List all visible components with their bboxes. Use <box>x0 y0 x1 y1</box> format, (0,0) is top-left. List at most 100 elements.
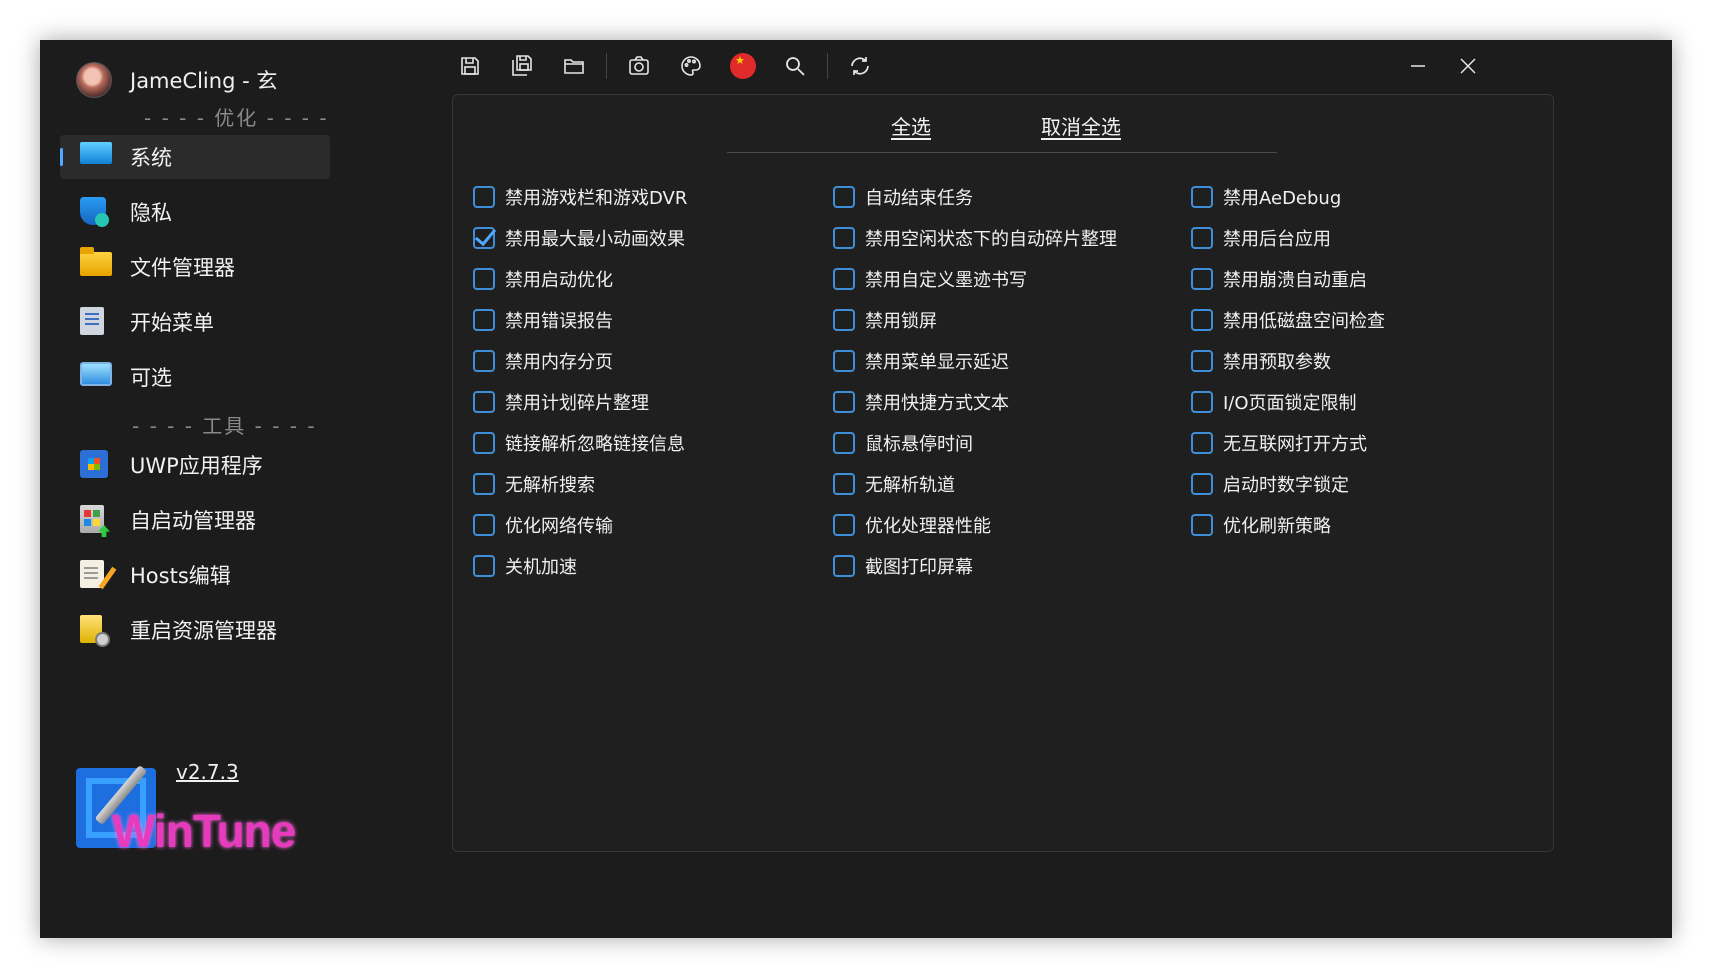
option-checkbox[interactable] <box>1191 267 1213 290</box>
option-row[interactable]: 优化处理器性能 <box>833 504 1117 545</box>
search-button[interactable] <box>775 46 815 86</box>
shield-icon <box>80 197 110 227</box>
option-checkbox[interactable] <box>833 472 855 495</box>
option-row[interactable]: 禁用快捷方式文本 <box>833 381 1117 422</box>
option-label: 禁用游戏栏和游戏DVR <box>505 187 688 209</box>
option-row[interactable]: 优化网络传输 <box>473 504 687 545</box>
minimize-button[interactable] <box>1396 46 1440 86</box>
option-row[interactable]: 启动时数字锁定 <box>1191 463 1385 504</box>
option-checkbox[interactable] <box>833 390 855 413</box>
option-checkbox[interactable] <box>473 226 495 249</box>
user-profile[interactable]: JameCling - 玄 <box>76 58 277 102</box>
option-checkbox[interactable] <box>1191 308 1213 331</box>
folder-open-icon <box>564 59 584 74</box>
option-checkbox[interactable] <box>473 185 495 208</box>
sidebar-item-label: 文件管理器 <box>130 256 235 280</box>
option-row[interactable]: 禁用锁屏 <box>833 299 1117 340</box>
option-checkbox[interactable] <box>1191 349 1213 372</box>
option-row[interactable]: 无互联网打开方式 <box>1191 422 1385 463</box>
avatar[interactable] <box>76 62 112 98</box>
sidebar-item-file-manager[interactable]: 文件管理器 <box>60 245 330 289</box>
deselect-all-button[interactable]: 取消全选 <box>1041 111 1121 140</box>
option-checkbox[interactable] <box>473 513 495 536</box>
option-checkbox[interactable] <box>1191 185 1213 208</box>
option-row[interactable]: 自动结束任务 <box>833 176 1117 217</box>
option-row[interactable]: 禁用游戏栏和游戏DVR <box>473 176 687 217</box>
option-checkbox[interactable] <box>473 390 495 413</box>
option-row[interactable]: I/O页面锁定限制 <box>1191 381 1385 422</box>
option-checkbox[interactable] <box>473 554 495 577</box>
option-row[interactable]: 禁用后台应用 <box>1191 217 1385 258</box>
option-row[interactable]: 链接解析忽略链接信息 <box>473 422 687 463</box>
option-row[interactable]: 禁用预取参数 <box>1191 340 1385 381</box>
option-checkbox[interactable] <box>473 308 495 331</box>
option-row[interactable]: 禁用启动优化 <box>473 258 687 299</box>
option-row[interactable]: 优化刷新策略 <box>1191 504 1385 545</box>
palette-icon <box>681 56 701 76</box>
sidebar-item-privacy[interactable]: 隐私 <box>60 190 330 234</box>
monitor-icon <box>80 142 112 172</box>
option-label: 优化处理器性能 <box>865 515 991 537</box>
sidebar-item-restart-explorer[interactable]: 重启资源管理器 <box>60 608 330 652</box>
open-folder-button[interactable] <box>554 46 594 86</box>
sidebar-item-start-menu[interactable]: 开始菜单 <box>60 300 330 344</box>
theme-button[interactable] <box>671 46 711 86</box>
option-label: 禁用崩溃自动重启 <box>1223 269 1367 291</box>
close-button[interactable] <box>1446 46 1490 86</box>
section-label-tools: - - - - 工具 - - - - <box>132 414 317 438</box>
option-checkbox[interactable] <box>833 431 855 454</box>
select-all-button[interactable]: 全选 <box>891 111 931 140</box>
option-label: 禁用启动优化 <box>505 269 613 291</box>
options-panel: 全选 取消全选 禁用游戏栏和游戏DVR 禁用最大最小动画效果禁用启动优化禁用错误报… <box>452 94 1554 852</box>
option-row[interactable]: 禁用空闲状态下的自动碎片整理 <box>833 217 1117 258</box>
sidebar-item-optional[interactable]: 可选 <box>60 355 330 399</box>
option-row[interactable]: 禁用最大最小动画效果 <box>473 217 687 258</box>
sidebar-item-system[interactable]: 系统 <box>60 135 330 179</box>
sidebar-item-label: 系统 <box>130 146 172 170</box>
option-checkbox[interactable] <box>1191 431 1213 454</box>
sidebar-item-uwp[interactable]: UWP应用程序 <box>60 443 330 487</box>
option-checkbox[interactable] <box>833 513 855 536</box>
option-checkbox[interactable] <box>473 349 495 372</box>
option-row[interactable]: 禁用菜单显示延迟 <box>833 340 1117 381</box>
refresh-button[interactable] <box>840 46 880 86</box>
option-row[interactable]: 禁用低磁盘空间检查 <box>1191 299 1385 340</box>
option-row[interactable]: 无解析搜索 <box>473 463 687 504</box>
option-row[interactable]: 禁用计划碎片整理 <box>473 381 687 422</box>
sidebar-item-autostart[interactable]: 自启动管理器 <box>60 498 330 542</box>
option-checkbox[interactable] <box>833 554 855 577</box>
option-checkbox[interactable] <box>473 472 495 495</box>
option-row[interactable]: 禁用错误报告 <box>473 299 687 340</box>
option-checkbox[interactable] <box>473 431 495 454</box>
option-row[interactable]: 无解析轨道 <box>833 463 1117 504</box>
option-row[interactable]: 禁用AeDebug <box>1191 176 1385 217</box>
save-all-button[interactable] <box>502 46 542 86</box>
option-checkbox[interactable] <box>833 267 855 290</box>
selection-controls: 全选 取消全选 <box>453 111 1553 141</box>
option-row[interactable]: 禁用自定义墨迹书写 <box>833 258 1117 299</box>
sidebar-item-hosts[interactable]: Hosts编辑 <box>60 553 330 597</box>
option-checkbox[interactable] <box>833 349 855 372</box>
option-checkbox[interactable] <box>1191 226 1213 249</box>
option-checkbox[interactable] <box>833 308 855 331</box>
screenshot-button[interactable] <box>619 46 659 86</box>
option-row[interactable]: 关机加速 <box>473 545 687 586</box>
option-row[interactable]: 禁用崩溃自动重启 <box>1191 258 1385 299</box>
option-row[interactable]: 禁用内存分页 <box>473 340 687 381</box>
option-checkbox[interactable] <box>833 226 855 249</box>
option-label: 启动时数字锁定 <box>1223 474 1349 496</box>
save-button[interactable] <box>450 46 490 86</box>
version-link[interactable]: v2.7.3 <box>176 760 239 784</box>
start-menu-icon <box>80 307 110 337</box>
option-checkbox[interactable] <box>1191 513 1213 536</box>
option-row[interactable]: 截图打印屏幕 <box>833 545 1117 586</box>
option-row[interactable]: 鼠标悬停时间 <box>833 422 1117 463</box>
sidebar-item-label: 隐私 <box>130 201 172 225</box>
language-button[interactable] <box>723 46 763 86</box>
option-checkbox[interactable] <box>1191 472 1213 495</box>
divider <box>727 152 1277 153</box>
option-checkbox[interactable] <box>473 267 495 290</box>
option-checkbox[interactable] <box>833 185 855 208</box>
option-label: 禁用后台应用 <box>1223 228 1331 250</box>
option-checkbox[interactable] <box>1191 390 1213 413</box>
